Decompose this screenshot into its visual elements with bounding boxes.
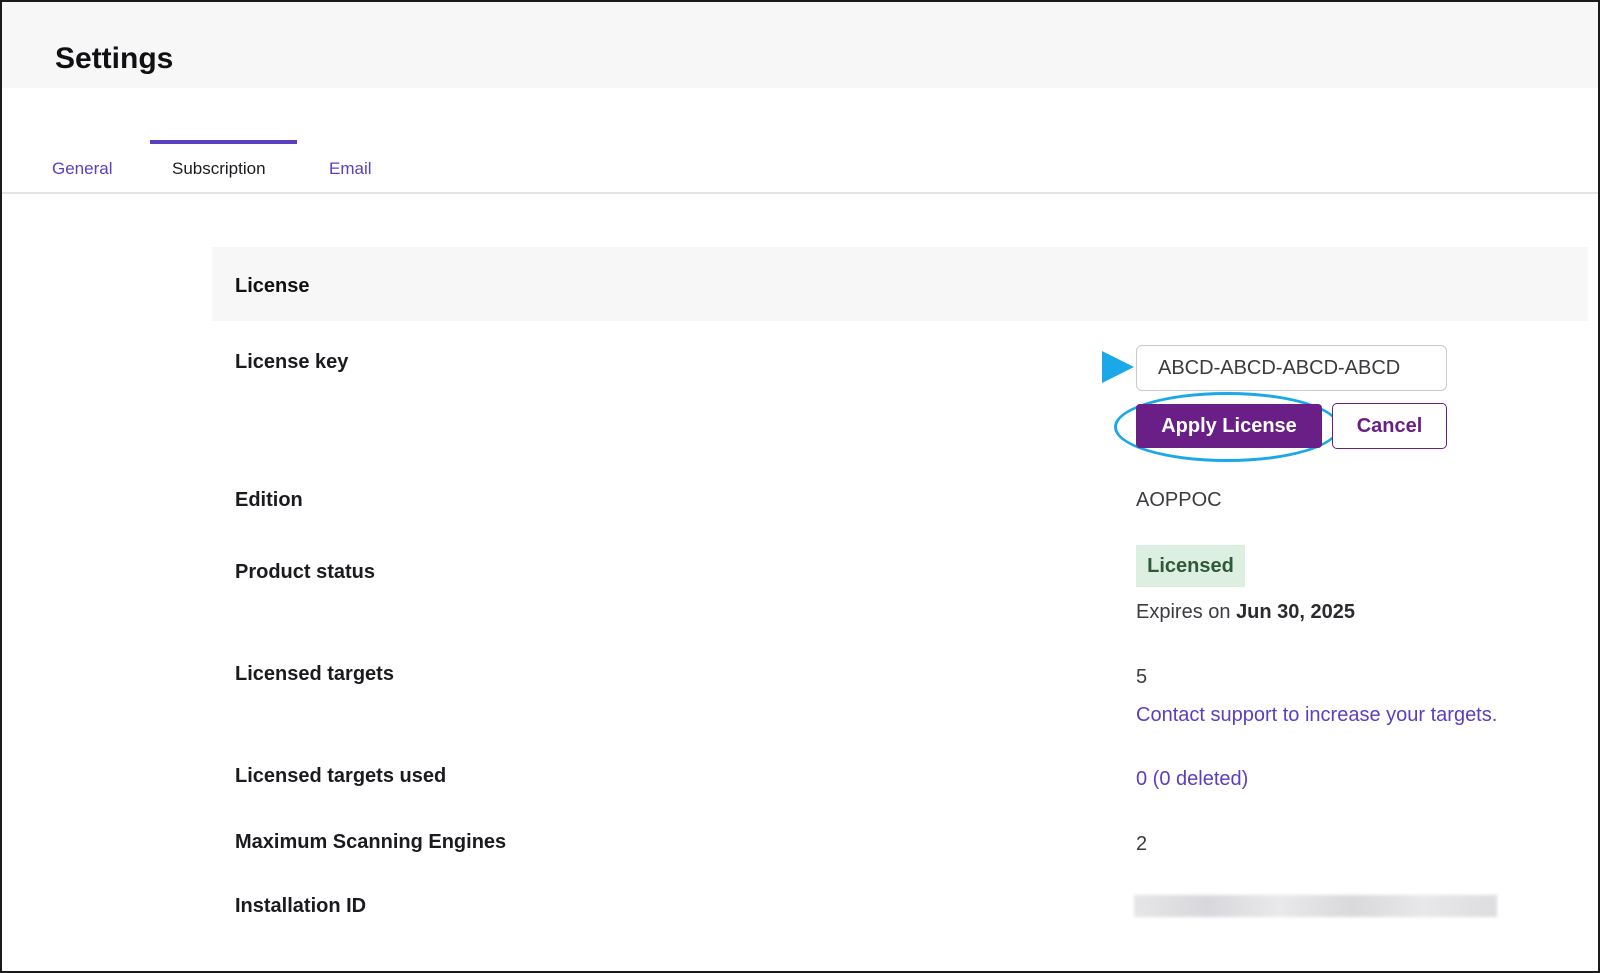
product-status-label: Product status: [235, 561, 376, 583]
page-title: Settings: [55, 42, 174, 75]
license-key-label: License key: [235, 351, 349, 373]
license-key-input[interactable]: [1136, 345, 1447, 391]
page-header: Settings: [2, 2, 1598, 88]
licensed-targets-label: Licensed targets: [235, 663, 394, 685]
edition-label: Edition: [235, 489, 303, 511]
status-badge: Licensed: [1136, 545, 1245, 587]
licensed-targets-value: 5: [1136, 666, 1148, 688]
annotation-arrow-icon: [1102, 351, 1134, 383]
tab-subscription-label: Subscription: [172, 159, 266, 178]
licensed-targets-used-label: Licensed targets used: [235, 765, 447, 787]
tab-general[interactable]: General: [52, 140, 122, 194]
licensed-targets-used-link[interactable]: 0 (0 deleted): [1136, 768, 1248, 791]
expiry-text: Expires on Jun 30, 2025: [1136, 601, 1355, 624]
tab-subscription[interactable]: Subscription: [150, 140, 297, 194]
tab-bar: General Subscription Email: [2, 140, 1598, 194]
contact-support-link[interactable]: Contact support to increase your targets…: [1136, 704, 1497, 727]
settings-window: Settings General Subscription Email Lice…: [0, 0, 1600, 973]
section-title: License: [235, 275, 310, 297]
tab-email[interactable]: Email: [329, 140, 381, 194]
license-section-header: License: [212, 247, 1588, 321]
active-tab-indicator: [150, 140, 297, 144]
max-engines-label: Maximum Scanning Engines: [235, 831, 507, 853]
apply-license-button[interactable]: Apply License: [1136, 404, 1322, 448]
max-engines-value: 2: [1136, 833, 1148, 855]
expiry-prefix: Expires on: [1136, 601, 1231, 623]
installation-id-redacted: [1134, 895, 1497, 917]
cancel-button[interactable]: Cancel: [1332, 403, 1447, 449]
expiry-date: Jun 30, 2025: [1236, 601, 1356, 623]
edition-value: AOPPOC: [1136, 489, 1222, 511]
installation-id-label: Installation ID: [235, 895, 367, 917]
